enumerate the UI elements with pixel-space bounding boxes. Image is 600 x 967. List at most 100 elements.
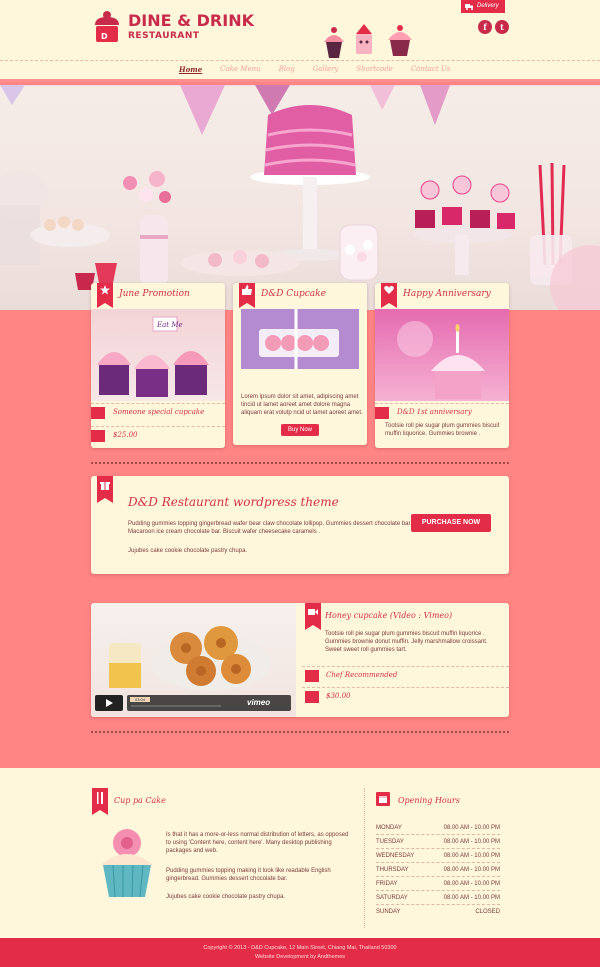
hours-title: Opening Hours bbox=[398, 796, 460, 805]
about-text-3: Jujubes cake cookie chocolate pastry chu… bbox=[166, 894, 286, 900]
hours-day: FRIDAY bbox=[376, 881, 398, 887]
svg-text:D: D bbox=[101, 32, 108, 41]
nav-item-gallery[interactable]: Gallery bbox=[304, 64, 348, 78]
dotted-divider bbox=[91, 462, 509, 464]
gift-icon bbox=[100, 482, 110, 490]
hours-time: 08.00 AM - 10.00 PM bbox=[443, 853, 500, 859]
gift-flag bbox=[97, 476, 113, 503]
video-card: 03:04 vimeo Honey cupcake (Video : Vimeo… bbox=[91, 603, 509, 717]
facebook-icon[interactable]: f bbox=[478, 20, 492, 34]
brand-name: DINE & DRINK bbox=[128, 11, 254, 30]
hero-slider[interactable] bbox=[0, 85, 600, 310]
twitter-icon[interactable]: t bbox=[495, 20, 509, 34]
caption-row: D&D 1st anniversary bbox=[375, 403, 509, 423]
hours-row: MONDAY 08.00 AM - 10.00 PM bbox=[376, 822, 500, 835]
money-icon bbox=[91, 430, 105, 442]
hours-day: MONDAY bbox=[376, 825, 402, 831]
thumbs-flag bbox=[239, 283, 255, 308]
money-icon bbox=[305, 691, 319, 703]
hours-row: TUESDAY 08.00 AM - 10.00 PM bbox=[376, 836, 500, 849]
nav-item-shortcode[interactable]: Shortcode bbox=[347, 64, 401, 78]
macaron-box-image bbox=[259, 309, 339, 369]
truck-icon bbox=[465, 4, 473, 10]
promo-card-dd-cupcake: D&D Cupcake Lorem ipsum dolor sit amet, … bbox=[233, 283, 367, 445]
hours-row: SUNDAY CLOSED bbox=[376, 906, 500, 919]
calendar-glyph-icon bbox=[379, 796, 387, 803]
nav-item-blog[interactable]: Blog bbox=[270, 64, 304, 78]
promo-title: Happy Anniversary bbox=[403, 289, 491, 299]
video-flag bbox=[305, 603, 321, 630]
thumbs-up-icon bbox=[375, 407, 389, 419]
price-row: $25.00 bbox=[91, 426, 225, 446]
rose-cupcake-image bbox=[101, 829, 153, 898]
site-header: D DINE & DRINK RESTAURANT Delivery f t H… bbox=[0, 0, 600, 82]
banner-text-2: Jujubes cake cookie chocolate pastry chu… bbox=[128, 548, 248, 554]
caption-row: Someone special cupcake bbox=[91, 403, 225, 423]
hours-row: WEDNESDAY 08.00 AM - 10.00 PM bbox=[376, 850, 500, 863]
hours-time: 08.00 AM - 10.00 PM bbox=[443, 867, 500, 873]
promo-card-anniversary: Happy Anniversary D&D 1st anniversary To… bbox=[375, 283, 509, 448]
dotted-divider bbox=[91, 731, 509, 733]
hours-day: TUESDAY bbox=[376, 839, 404, 845]
developer-credit: Website Development by Andthemes bbox=[254, 954, 346, 960]
main-nav: Home Cake Menu Blog Gallery Shortcode Co… bbox=[170, 64, 459, 78]
copyright-text: Copyright © 2013 - D&D Cupcake, 12 Main … bbox=[203, 945, 397, 951]
about-flag bbox=[92, 788, 108, 815]
footer-widgets: Cup pa Cake Is that it has a more-or-les… bbox=[0, 764, 600, 938]
video-progress[interactable] bbox=[131, 705, 221, 707]
promo-title: D&D Cupcake bbox=[261, 289, 326, 299]
video-price: $30.00 bbox=[326, 692, 351, 700]
header-divider bbox=[0, 60, 600, 61]
heart-icon bbox=[384, 285, 394, 294]
banner-text: Pudding gummies topping gingerbread wafe… bbox=[128, 521, 412, 535]
thumbs-up-icon bbox=[242, 285, 252, 295]
anniversary-photo[interactable] bbox=[375, 309, 509, 401]
heart-flag bbox=[381, 283, 397, 308]
cupcakes-photo[interactable]: Eat Me bbox=[91, 309, 225, 401]
nav-item-home[interactable]: Home bbox=[170, 64, 211, 78]
promo-caption: D&D 1st anniversary bbox=[397, 408, 472, 416]
macaron-photo[interactable] bbox=[241, 309, 359, 369]
about-title: Cup pa Cake bbox=[114, 796, 166, 805]
play-button[interactable] bbox=[95, 695, 123, 711]
play-icon bbox=[106, 699, 113, 707]
nav-item-contact-us[interactable]: Contact Us bbox=[402, 64, 460, 78]
hours-time: CLOSED bbox=[475, 909, 500, 915]
hours-row: FRIDAY 08.00 AM - 10.00 PM bbox=[376, 878, 500, 891]
video-title: Honey cupcake (Video : Vimeo) bbox=[325, 611, 453, 620]
buy-now-button[interactable]: Buy Now bbox=[281, 424, 319, 436]
copyright-bar: Copyright © 2013 - D&D Cupcake, 12 Main … bbox=[0, 938, 600, 967]
promo-caption: Someone special cupcake bbox=[113, 408, 205, 416]
vimeo-logo[interactable]: vimeo bbox=[247, 698, 270, 707]
hours-day: THURSDAY bbox=[376, 867, 409, 873]
theme-banner: D&D Restaurant wordpress theme Pudding g… bbox=[91, 476, 509, 574]
promo-price: $25.00 bbox=[113, 431, 138, 439]
hours-time: 08.00 AM - 10.00 PM bbox=[443, 839, 500, 845]
about-text-1: Is that it has a more-or-less normal dis… bbox=[166, 832, 349, 854]
hours-day: SUNDAY bbox=[376, 909, 401, 915]
hours-day: WEDNESDAY bbox=[376, 853, 415, 859]
delivery-tab[interactable]: Delivery bbox=[461, 0, 505, 13]
thumbs-up-icon bbox=[305, 670, 319, 682]
video-player[interactable]: 03:04 vimeo bbox=[91, 603, 296, 717]
star-icon bbox=[100, 285, 110, 295]
hours-row: THURSDAY 08.00 AM - 10.00 PM bbox=[376, 864, 500, 877]
purchase-now-button[interactable]: PURCHASE NOW bbox=[411, 514, 491, 532]
banner-title: D&D Restaurant wordpress theme bbox=[128, 495, 339, 509]
calendar-icon bbox=[376, 792, 390, 806]
nav-item-cake-menu[interactable]: Cake Menu bbox=[211, 64, 269, 78]
brand-subtitle: RESTAURANT bbox=[128, 31, 200, 41]
cupcake-mascots-icon bbox=[324, 24, 412, 58]
cupcake-logo-icon: D bbox=[95, 11, 119, 42]
candle-cupcake-image bbox=[397, 321, 485, 399]
hours-row: SATURDAY 08.00 AM - 10.00 PM bbox=[376, 892, 500, 905]
promo-text: Lorem ipsum dolor sit amet, adipiscing a… bbox=[241, 394, 363, 416]
svg-text:Eat Me: Eat Me bbox=[156, 321, 183, 329]
promo-title: June Promotion bbox=[119, 289, 190, 299]
logo[interactable]: D DINE & DRINK RESTAURANT bbox=[92, 9, 254, 49]
video-time: 03:04 bbox=[130, 697, 150, 702]
promo-text: Tootsie roll pie sugar plum gummies bisc… bbox=[385, 423, 500, 437]
chef-label: Chef Recommended bbox=[326, 671, 398, 679]
thumbs-up-icon bbox=[91, 407, 105, 419]
fork-knife-icon bbox=[97, 792, 103, 804]
